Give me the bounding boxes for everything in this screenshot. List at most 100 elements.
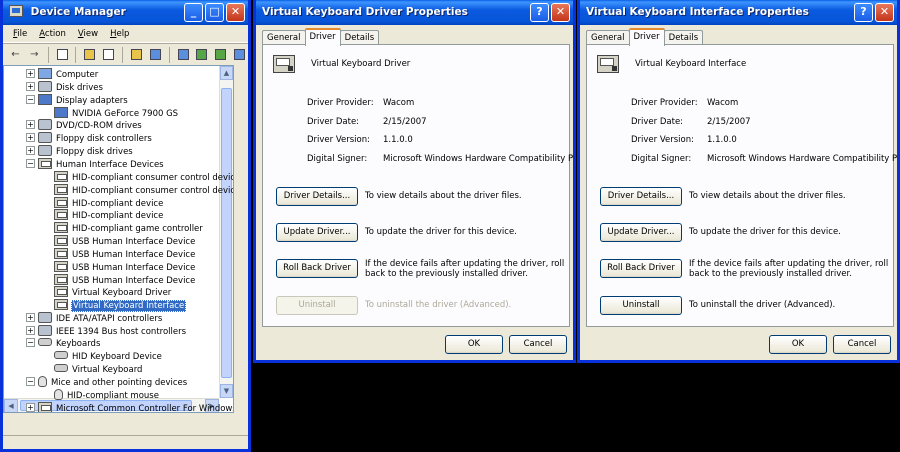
tab-driver[interactable]: Driver	[304, 28, 341, 46]
tree-item[interactable]: + Computer	[26, 68, 99, 81]
tab-details[interactable]: Details	[339, 30, 380, 45]
roll-back-driver-button[interactable]: Roll Back Driver	[600, 259, 682, 278]
scroll-down-arrow-icon[interactable]: ▼	[220, 384, 233, 398]
collapse-icon[interactable]: −	[26, 377, 35, 387]
tree-item-label: HID Keyboard Device	[72, 351, 162, 362]
expand-icon[interactable]: +	[26, 81, 35, 91]
menu-help[interactable]: Help	[104, 29, 135, 39]
device-icon	[38, 93, 52, 105]
close-button[interactable]: ✕	[226, 3, 245, 22]
update-driver-button[interactable]: Update Driver...	[276, 223, 358, 242]
info-key: Driver Provider:	[307, 98, 374, 108]
tree-item[interactable]: + Floppy disk controllers	[26, 132, 153, 145]
device-manager-titlebar[interactable]: Device Manager _ □ ✕	[3, 0, 248, 25]
tree-item[interactable]: Virtual Keyboard Interface	[54, 299, 187, 313]
tree-item[interactable]: − Display adapters	[26, 93, 129, 107]
update-driver-button[interactable]: Update Driver...	[600, 223, 682, 242]
maximize-button[interactable]: □	[205, 3, 224, 22]
tree-item[interactable]: + Disk drives	[26, 80, 104, 94]
device-icon	[54, 196, 68, 208]
tree-item[interactable]: HID-compliant consumer control device	[54, 183, 234, 197]
up-folder-icon[interactable]	[54, 47, 71, 63]
expand-icon[interactable]: +	[26, 133, 35, 143]
scroll-thumb[interactable]	[221, 88, 232, 378]
menu-file[interactable]: File	[7, 29, 33, 39]
collapse-icon[interactable]: −	[26, 158, 35, 168]
driver-details-button[interactable]: Driver Details...	[600, 187, 682, 206]
tree-item[interactable]: HID Keyboard Device	[54, 350, 163, 364]
collapse-icon[interactable]: −	[26, 94, 35, 104]
forward-arrow-icon[interactable]: →	[26, 47, 43, 63]
expand-icon[interactable]: +	[26, 403, 35, 412]
cancel-button[interactable]: Cancel	[833, 335, 891, 354]
disable-device-icon[interactable]	[212, 47, 229, 63]
tree-item[interactable]: + Microsoft Common Controller For Windows…	[26, 402, 233, 412]
tree-item-label: HID-compliant consumer control device	[72, 185, 234, 196]
driver-properties-title: Virtual Keyboard Driver Properties	[262, 6, 468, 18]
info-value: 2/15/2007	[383, 116, 427, 127]
show-console-tree-icon[interactable]	[147, 47, 164, 63]
expand-icon[interactable]: +	[26, 146, 35, 156]
scan-hardware-icon[interactable]	[175, 47, 192, 63]
tree-item[interactable]: − Mice and other pointing devices	[26, 376, 188, 389]
menu-view[interactable]: View	[72, 29, 104, 39]
tree-item[interactable]: + Floppy disk drives	[26, 145, 134, 158]
tree-item[interactable]: USB Human Interface Device	[54, 273, 196, 287]
print-icon[interactable]	[100, 47, 117, 63]
cancel-button[interactable]: Cancel	[509, 335, 567, 354]
expand-icon[interactable]: +	[26, 326, 35, 335]
keyboard-device-icon	[597, 55, 619, 73]
tab-details[interactable]: Details	[663, 30, 704, 45]
tree-item[interactable]: Virtual Keyboard Driver	[54, 286, 172, 299]
tree-item[interactable]: + IDE ATA/ATAPI controllers	[26, 312, 163, 325]
tree-item[interactable]: USB Human Interface Device	[54, 247, 196, 261]
vertical-scrollbar[interactable]: ▲ ▼	[219, 66, 233, 398]
tree-item[interactable]: HID-compliant mouse	[54, 389, 160, 402]
expand-icon[interactable]: +	[26, 120, 35, 130]
tree-item[interactable]: − Human Interface Devices	[26, 157, 165, 171]
tree-item-label: Virtual Keyboard Interface	[71, 300, 187, 313]
driver-properties-titlebar[interactable]: Virtual Keyboard Driver Properties ? ✕	[256, 0, 573, 25]
device-tree[interactable]: ▲ ▼ ◀ ▶ + Computer + Disk drives − Display ad…	[3, 65, 234, 413]
tree-item[interactable]: USB Human Interface Device	[54, 260, 196, 274]
device-icon	[38, 157, 52, 169]
device-icon	[38, 132, 52, 144]
scroll-left-arrow-icon[interactable]: ◀	[4, 399, 18, 412]
help-button[interactable]: ?	[854, 3, 873, 22]
collapse-icon[interactable]: −	[26, 337, 35, 347]
tree-item[interactable]: + DVD/CD-ROM drives	[26, 119, 143, 132]
properties-icon[interactable]	[81, 47, 98, 63]
ok-button[interactable]: OK	[445, 335, 503, 354]
scroll-up-arrow-icon[interactable]: ▲	[220, 66, 233, 80]
tab-general[interactable]: General	[262, 30, 306, 45]
help-icon[interactable]	[128, 47, 145, 63]
tree-item-label: Display adapters	[56, 95, 128, 106]
tree-item[interactable]: Virtual Keyboard	[54, 363, 143, 377]
tree-item[interactable]: − Keyboards	[26, 337, 101, 351]
tree-item[interactable]: USB Human Interface Device	[54, 235, 196, 248]
tree-item[interactable]: HID-compliant consumer control device	[54, 170, 233, 184]
ok-button[interactable]: OK	[769, 335, 827, 354]
minimize-button[interactable]: _	[184, 3, 203, 22]
update-driver-icon[interactable]	[194, 47, 211, 63]
uninstall-button[interactable]: Uninstall	[600, 296, 682, 315]
tree-item[interactable]: + IEEE 1394 Bus host controllers	[26, 325, 187, 338]
tree-item[interactable]: NVIDIA GeForce 7900 GS	[54, 106, 179, 120]
tab-general[interactable]: General	[586, 30, 630, 45]
menu-action[interactable]: Action	[33, 29, 72, 39]
expand-icon[interactable]: +	[26, 69, 35, 78]
roll-back-driver-button[interactable]: Roll Back Driver	[276, 259, 358, 278]
tab-driver[interactable]: Driver	[628, 28, 665, 46]
close-button[interactable]: ✕	[551, 3, 570, 22]
tree-item[interactable]: HID-compliant game controller	[54, 222, 204, 235]
back-arrow-icon[interactable]: ←	[7, 47, 24, 63]
driver-details-button[interactable]: Driver Details...	[276, 187, 358, 206]
tree-item[interactable]: HID-compliant device	[54, 209, 164, 222]
interface-properties-titlebar[interactable]: Virtual Keyboard Interface Properties ? …	[580, 0, 897, 25]
expand-icon[interactable]: +	[26, 313, 35, 323]
uninstall-button[interactable]: Uninstall	[276, 296, 358, 315]
uninstall-device-icon[interactable]	[231, 47, 248, 63]
tree-item[interactable]: HID-compliant device	[54, 196, 164, 210]
close-button[interactable]: ✕	[875, 3, 894, 22]
help-button[interactable]: ?	[530, 3, 549, 22]
